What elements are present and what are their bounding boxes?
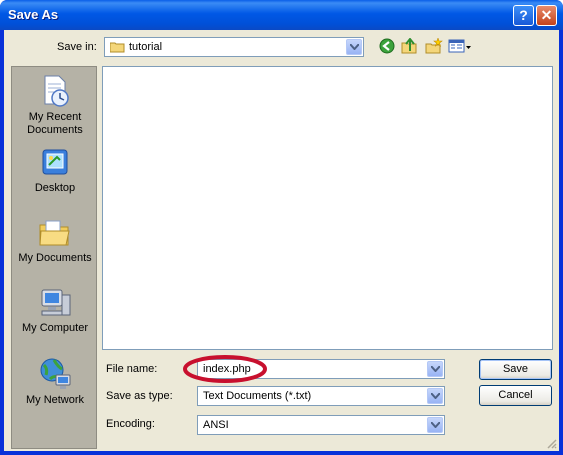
save-as-type-dropdown[interactable]: Text Documents (*.txt): [197, 386, 445, 406]
places-item-label: My Computer: [21, 322, 89, 334]
my-network-icon: [40, 358, 71, 389]
my-computer-icon: [41, 289, 71, 316]
save-in-dropdown-arrow[interactable]: [346, 39, 362, 55]
file-name-dropdown-arrow[interactable]: [427, 361, 443, 377]
places-item-desktop[interactable]: Desktop: [12, 147, 98, 195]
dialog-title: Save As: [8, 7, 59, 22]
save-in-dropdown[interactable]: tutorial: [104, 37, 364, 57]
cancel-button[interactable]: Cancel: [479, 385, 552, 406]
save-as-type-label: Save as type:: [106, 390, 173, 402]
file-list-view[interactable]: [102, 66, 553, 350]
file-name-label: File name:: [106, 363, 158, 375]
places-bar: My Recent Documents Desktop My Documents: [11, 66, 97, 449]
encoding-dropdown[interactable]: ANSI: [197, 415, 445, 435]
recent-documents-icon: [44, 75, 69, 107]
places-item-label: Desktop: [34, 182, 76, 194]
places-item-my-documents[interactable]: My Documents: [12, 217, 98, 265]
desktop-icon: [42, 149, 68, 175]
up-folder-icon[interactable]: [401, 38, 418, 54]
save-in-label: Save in:: [57, 41, 97, 53]
places-item-label: My Network: [25, 394, 85, 406]
places-item-my-computer[interactable]: My Computer: [12, 287, 98, 335]
back-icon[interactable]: [379, 38, 395, 54]
my-documents-icon: [39, 220, 70, 246]
save-button[interactable]: Save: [479, 359, 552, 380]
highlight-circle: [183, 355, 267, 383]
encoding-label: Encoding:: [106, 418, 155, 430]
help-button[interactable]: ?: [513, 5, 534, 26]
places-item-recent-documents[interactable]: My Recent Documents: [12, 74, 98, 137]
places-item-my-network[interactable]: My Network: [12, 357, 98, 407]
save-in-value: tutorial: [129, 41, 163, 53]
places-item-label: My Documents: [18, 252, 92, 264]
resize-grip-icon[interactable]: [545, 437, 557, 449]
new-folder-icon[interactable]: [425, 38, 443, 54]
encoding-dropdown-arrow[interactable]: [427, 417, 443, 433]
views-menu-icon[interactable]: [448, 38, 472, 54]
save-as-type-dropdown-arrow[interactable]: [427, 388, 443, 404]
close-button[interactable]: ✕: [536, 5, 557, 26]
folder-icon: [110, 42, 125, 53]
encoding-value: ANSI: [203, 419, 229, 431]
title-bar[interactable]: Save As ? ✕: [0, 0, 563, 30]
dialog-body: Save in: tutorial My Recent Documents De…: [4, 30, 559, 451]
places-item-label: My Recent Documents: [27, 111, 83, 136]
save-as-dialog: Save As ? ✕ Save in: tutorial My Recent …: [0, 0, 563, 455]
save-as-type-value: Text Documents (*.txt): [203, 390, 312, 402]
